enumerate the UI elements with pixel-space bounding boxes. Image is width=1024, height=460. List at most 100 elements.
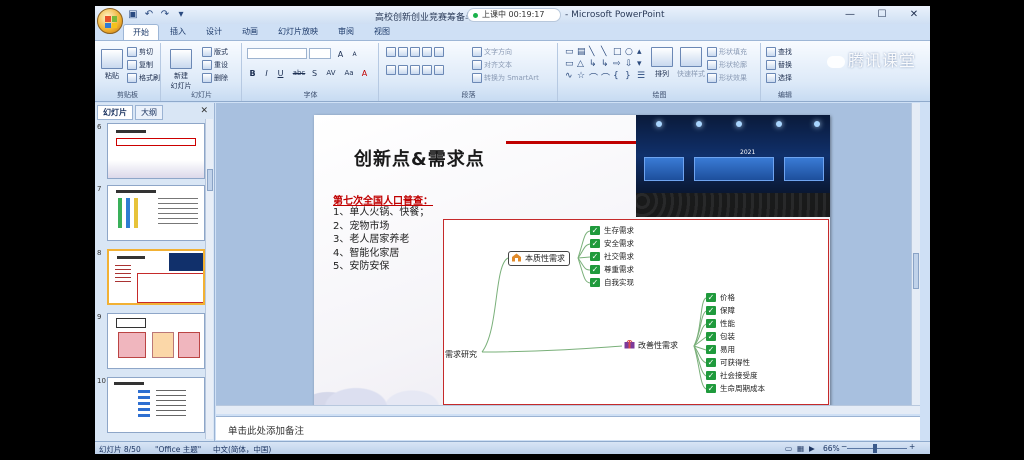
zoom-level[interactable]: 66%: [823, 444, 840, 453]
arrow2-shape-icon[interactable]: ⇩: [625, 59, 637, 71]
copy-button[interactable]: 复制: [127, 60, 153, 70]
office-button[interactable]: [97, 8, 123, 34]
wave-shape-icon[interactable]: ⌒: [601, 71, 613, 84]
normal-view-icon[interactable]: ▭: [785, 444, 792, 453]
mindmap-leaf[interactable]: ✓ 生存需求: [590, 225, 634, 236]
text-shadow-button[interactable]: S: [309, 67, 320, 78]
text-direction-button[interactable]: 文字方向: [472, 47, 512, 57]
expand-shapes-icon[interactable]: ☰: [637, 71, 649, 83]
current-slide[interactable]: 创新点&需求点 2021 第七次全国人口普查： 1、单人火锅、快餐； 2、宠物市…: [314, 115, 830, 407]
zoom-in-icon[interactable]: +: [909, 442, 915, 451]
undo-icon[interactable]: ↶: [143, 9, 155, 21]
find-button[interactable]: 查找: [766, 47, 792, 57]
scroll-shapes-icon[interactable]: ▾: [637, 59, 649, 71]
tab-outline-panel[interactable]: 大纲: [135, 105, 163, 120]
tab-animation[interactable]: 动画: [233, 24, 267, 40]
more-shapes-icon[interactable]: ▴: [637, 47, 649, 59]
mindmap-leaf[interactable]: ✓ 社会接受度: [706, 370, 758, 381]
conference-photo[interactable]: 2021: [636, 115, 830, 217]
slideshow-view-icon[interactable]: ▶: [809, 444, 815, 453]
callout-shape-icon[interactable]: ⌒: [589, 71, 601, 84]
elbow2-shape-icon[interactable]: ↳: [601, 59, 613, 71]
tab-home[interactable]: 开始: [123, 24, 159, 40]
redo-icon[interactable]: ↷: [159, 9, 171, 21]
quick-styles-button[interactable]: 快速样式: [677, 47, 705, 79]
tab-slideshow[interactable]: 幻灯片放映: [269, 24, 327, 40]
italic-button[interactable]: I: [261, 67, 272, 78]
mindmap-leaf[interactable]: ✓ 安全需求: [590, 238, 634, 249]
arrange-button[interactable]: 排列: [651, 47, 673, 79]
triangle-shape-icon[interactable]: △: [577, 59, 589, 71]
zoom-slider[interactable]: [847, 448, 907, 449]
paste-button[interactable]: 粘贴: [101, 49, 123, 81]
save-icon[interactable]: ▣: [127, 9, 139, 21]
strikethrough-button[interactable]: abc: [291, 67, 307, 78]
tab-insert[interactable]: 插入: [161, 24, 195, 40]
node-basic-needs[interactable]: 本质性需求: [508, 251, 570, 266]
shape-fill-button[interactable]: 形状填充: [707, 47, 747, 57]
panel-close-icon[interactable]: ✕: [200, 106, 208, 116]
mindmap-leaf[interactable]: ✓ 包装: [706, 331, 735, 342]
replace-button[interactable]: 替换: [766, 60, 792, 70]
mindmap-leaf[interactable]: ✓ 自我实现: [590, 277, 634, 288]
mindmap-leaf[interactable]: ✓ 价格: [706, 292, 735, 303]
mindmap-leaf[interactable]: ✓ 社交需求: [590, 251, 634, 262]
minimize-button[interactable]: —: [835, 8, 865, 22]
new-slide-button[interactable]: 新建 幻灯片: [170, 49, 192, 91]
font-family-select[interactable]: [247, 48, 307, 59]
mindmap-leaf[interactable]: ✓ 保障: [706, 305, 735, 316]
customize-qat-icon[interactable]: ▾: [175, 9, 187, 21]
font-size-select[interactable]: [309, 48, 331, 59]
elbow-shape-icon[interactable]: ↳: [589, 59, 601, 71]
shrink-font-button[interactable]: A: [349, 48, 360, 59]
language-indicator[interactable]: 中文(简体，中国): [213, 444, 271, 454]
census-heading[interactable]: 第七次全国人口普查：: [333, 192, 433, 207]
tab-slides-panel[interactable]: 幻灯片: [97, 105, 133, 120]
underline-button[interactable]: U: [275, 67, 286, 78]
slide-title[interactable]: 创新点&需求点: [354, 145, 485, 171]
delete-slide-button[interactable]: 删除: [202, 73, 228, 83]
mindmap-diagram[interactable]: 需求研究 本质性需求 ✓ 生存需求 ✓ 安全需求 ✓ 社交需求 ✓ 尊重需求 ✓ 自我实现…: [443, 219, 829, 405]
oval-shape-icon[interactable]: ○: [625, 47, 637, 59]
slide-thumbnail[interactable]: 9: [97, 313, 205, 369]
mindmap-leaf[interactable]: ✓ 生命周期成本: [706, 383, 765, 394]
mindmap-leaf[interactable]: ✓ 性能: [706, 318, 735, 329]
shape-effects-button[interactable]: 形状效果: [707, 73, 747, 83]
layout-button[interactable]: 版式: [202, 47, 228, 57]
brace-shape-icon[interactable]: {: [613, 71, 625, 83]
slide-thumbnail-current[interactable]: 8: [97, 249, 205, 305]
tab-view[interactable]: 视图: [365, 24, 399, 40]
reset-button[interactable]: 重设: [202, 60, 228, 70]
line-shape-icon[interactable]: ╲: [589, 47, 601, 59]
rect2-shape-icon[interactable]: ▭: [565, 59, 577, 71]
cut-button[interactable]: 剪切: [127, 47, 153, 57]
mindmap-root[interactable]: 需求研究: [445, 349, 477, 360]
editor-scroll-thumb[interactable]: [913, 253, 919, 289]
change-case-button[interactable]: Aa: [341, 67, 357, 78]
zoom-out-icon[interactable]: −: [841, 442, 847, 451]
editor-horizontal-scrollbar[interactable]: [216, 405, 920, 414]
panel-scrollbar[interactable]: [205, 119, 213, 439]
slide-thumbnail[interactable]: 7: [97, 185, 205, 241]
slide-thumbnail[interactable]: 10: [97, 377, 205, 433]
tab-review[interactable]: 审阅: [329, 24, 363, 40]
close-button[interactable]: ✕: [899, 8, 929, 22]
editor-vertical-scrollbar[interactable]: [911, 103, 920, 405]
curve-shape-icon[interactable]: ∿: [565, 71, 577, 83]
rect-shape-icon[interactable]: ▭: [565, 47, 577, 59]
node-improvement-needs[interactable]: 改善性需求: [622, 339, 682, 352]
square-shape-icon[interactable]: □: [613, 47, 625, 59]
align-text-button[interactable]: 对齐文本: [472, 60, 512, 70]
census-list[interactable]: 1、单人火锅、快餐； 2、宠物市场 3、老人居家养老 4、智能化家居 5、安防安…: [333, 206, 429, 274]
mindmap-leaf[interactable]: ✓ 易用: [706, 344, 735, 355]
slide-thumbnail[interactable]: 6: [97, 123, 205, 179]
grow-font-button[interactable]: A: [335, 48, 346, 59]
font-color-button[interactable]: A: [359, 67, 370, 78]
mindmap-leaf[interactable]: ✓ 尊重需求: [590, 264, 634, 275]
zoom-slider-thumb[interactable]: [873, 444, 877, 453]
line2-shape-icon[interactable]: ╲: [601, 47, 613, 59]
mindmap-leaf[interactable]: ✓ 可获得性: [706, 357, 750, 368]
live-class-timer[interactable]: 上课中 00:19:17: [467, 8, 561, 22]
shapes-gallery[interactable]: ▭ ▤ ╲ ╲ □ ○ ▴ ▭ △ ↳ ↳ ⇨ ⇩ ▾ ∿ ☆ ⌒ ⌒{} ☰: [565, 47, 649, 84]
maximize-button[interactable]: ☐: [867, 8, 897, 22]
